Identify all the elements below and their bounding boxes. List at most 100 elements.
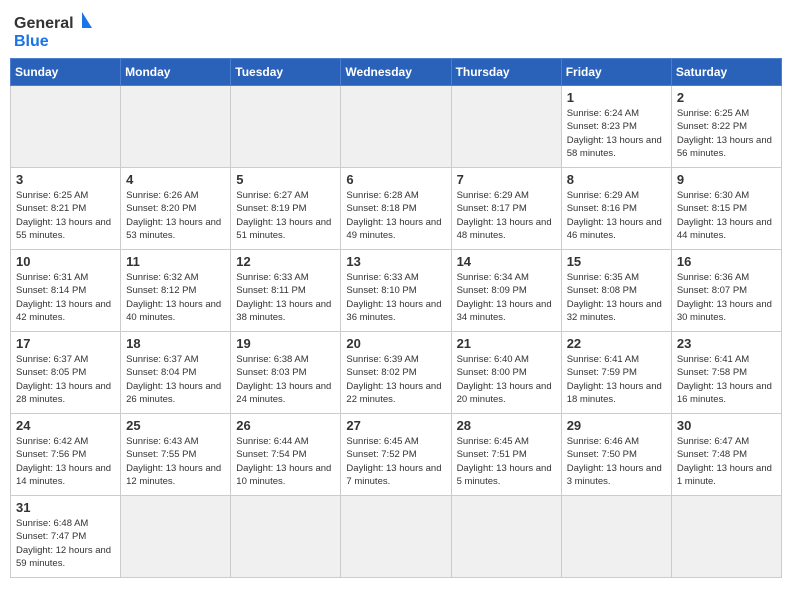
day-info: Sunrise: 6:43 AM Sunset: 7:55 PM Dayligh… <box>126 435 225 488</box>
calendar-cell: 11Sunrise: 6:32 AM Sunset: 8:12 PM Dayli… <box>121 250 231 332</box>
calendar-cell: 29Sunrise: 6:46 AM Sunset: 7:50 PM Dayli… <box>561 414 671 496</box>
day-number: 2 <box>677 90 776 105</box>
day-number: 30 <box>677 418 776 433</box>
calendar-cell: 30 Sunrise: 6:47 AM Sunset: 7:48 PM Dayli… <box>671 414 781 496</box>
day-info: Sunrise: 6:46 AM Sunset: 7:50 PM Dayligh… <box>567 435 666 488</box>
day-info: Sunrise: 6:47 AM Sunset: 7:48 PM Dayligh… <box>677 435 776 488</box>
day-info: Sunrise: 6:39 AM Sunset: 8:02 PM Dayligh… <box>346 353 445 406</box>
calendar-cell: 3 Sunrise: 6:25 AM Sunset: 8:21 PM Daylig… <box>11 168 121 250</box>
day-info: Sunrise: 6:26 AM Sunset: 8:20 PM Dayligh… <box>126 189 225 242</box>
day-number: 26 <box>236 418 335 433</box>
day-info: Sunrise: 6:36 AM Sunset: 8:07 PM Dayligh… <box>677 271 776 324</box>
calendar-cell <box>671 496 781 578</box>
calendar-cell <box>341 496 451 578</box>
calendar-week-row: 1 Sunrise: 6:24 AM Sunset: 8:23 PM Daylig… <box>11 86 782 168</box>
logo: GeneralBlue <box>14 10 94 50</box>
day-number: 25 <box>126 418 225 433</box>
day-number: 22 <box>567 336 666 351</box>
day-number: 16 <box>677 254 776 269</box>
day-info: Sunrise: 6:28 AM Sunset: 8:18 PM Dayligh… <box>346 189 445 242</box>
calendar-cell: 22 Sunrise: 6:41 AM Sunset: 7:59 PM Dayli… <box>561 332 671 414</box>
calendar-cell <box>451 496 561 578</box>
calendar-cell: 23 Sunrise: 6:41 AM Sunset: 7:58 PM Dayli… <box>671 332 781 414</box>
calendar-cell: 18 Sunrise: 6:37 AM Sunset: 8:04 PM Dayli… <box>121 332 231 414</box>
column-header-thursday: Thursday <box>451 59 561 86</box>
day-info: Sunrise: 6:41 AM Sunset: 7:59 PM Dayligh… <box>567 353 666 406</box>
day-number: 10 <box>16 254 115 269</box>
day-number: 19 <box>236 336 335 351</box>
page-header: GeneralBlue <box>10 10 782 50</box>
calendar-cell: 5Sunrise: 6:27 AM Sunset: 8:19 PM Daylig… <box>231 168 341 250</box>
calendar-cell <box>561 496 671 578</box>
logo-icon: GeneralBlue <box>14 10 94 50</box>
day-info: Sunrise: 6:37 AM Sunset: 8:04 PM Dayligh… <box>126 353 225 406</box>
calendar-cell: 13Sunrise: 6:33 AM Sunset: 8:10 PM Dayli… <box>341 250 451 332</box>
calendar-cell <box>11 86 121 168</box>
day-info: Sunrise: 6:24 AM Sunset: 8:23 PM Dayligh… <box>567 107 666 160</box>
day-info: Sunrise: 6:27 AM Sunset: 8:19 PM Dayligh… <box>236 189 335 242</box>
day-info: Sunrise: 6:31 AM Sunset: 8:14 PM Dayligh… <box>16 271 115 324</box>
day-info: Sunrise: 6:44 AM Sunset: 7:54 PM Dayligh… <box>236 435 335 488</box>
calendar-cell <box>231 86 341 168</box>
day-number: 23 <box>677 336 776 351</box>
column-header-sunday: Sunday <box>11 59 121 86</box>
day-number: 15 <box>567 254 666 269</box>
day-info: Sunrise: 6:25 AM Sunset: 8:22 PM Dayligh… <box>677 107 776 160</box>
column-header-monday: Monday <box>121 59 231 86</box>
column-header-wednesday: Wednesday <box>341 59 451 86</box>
day-number: 11 <box>126 254 225 269</box>
calendar-cell: 16 Sunrise: 6:36 AM Sunset: 8:07 PM Dayli… <box>671 250 781 332</box>
calendar-cell: 25 Sunrise: 6:43 AM Sunset: 7:55 PM Dayli… <box>121 414 231 496</box>
calendar-cell: 26 Sunrise: 6:44 AM Sunset: 7:54 PM Dayli… <box>231 414 341 496</box>
calendar-cell <box>121 86 231 168</box>
calendar-cell: 10 Sunrise: 6:31 AM Sunset: 8:14 PM Dayli… <box>11 250 121 332</box>
day-number: 28 <box>457 418 556 433</box>
day-info: Sunrise: 6:29 AM Sunset: 8:17 PM Dayligh… <box>457 189 556 242</box>
day-info: Sunrise: 6:33 AM Sunset: 8:10 PM Dayligh… <box>346 271 445 324</box>
calendar-cell: 12Sunrise: 6:33 AM Sunset: 8:11 PM Dayli… <box>231 250 341 332</box>
day-info: Sunrise: 6:33 AM Sunset: 8:11 PM Dayligh… <box>236 271 335 324</box>
calendar-table: SundayMondayTuesdayWednesdayThursdayFrid… <box>10 58 782 578</box>
svg-text:Blue: Blue <box>14 33 49 50</box>
day-number: 14 <box>457 254 556 269</box>
day-info: Sunrise: 6:35 AM Sunset: 8:08 PM Dayligh… <box>567 271 666 324</box>
calendar-week-row: 10 Sunrise: 6:31 AM Sunset: 8:14 PM Dayli… <box>11 250 782 332</box>
day-info: Sunrise: 6:25 AM Sunset: 8:21 PM Dayligh… <box>16 189 115 242</box>
calendar-cell <box>341 86 451 168</box>
day-number: 3 <box>16 172 115 187</box>
day-info: Sunrise: 6:41 AM Sunset: 7:58 PM Dayligh… <box>677 353 776 406</box>
day-info: Sunrise: 6:42 AM Sunset: 7:56 PM Dayligh… <box>16 435 115 488</box>
day-info: Sunrise: 6:37 AM Sunset: 8:05 PM Dayligh… <box>16 353 115 406</box>
day-number: 6 <box>346 172 445 187</box>
calendar-cell: 21 Sunrise: 6:40 AM Sunset: 8:00 PM Dayli… <box>451 332 561 414</box>
day-number: 18 <box>126 336 225 351</box>
day-number: 27 <box>346 418 445 433</box>
calendar-week-row: 31Sunrise: 6:48 AM Sunset: 7:47 PM Dayli… <box>11 496 782 578</box>
column-header-tuesday: Tuesday <box>231 59 341 86</box>
day-info: Sunrise: 6:40 AM Sunset: 8:00 PM Dayligh… <box>457 353 556 406</box>
day-number: 21 <box>457 336 556 351</box>
day-number: 4 <box>126 172 225 187</box>
column-header-saturday: Saturday <box>671 59 781 86</box>
calendar-week-row: 24Sunrise: 6:42 AM Sunset: 7:56 PM Dayli… <box>11 414 782 496</box>
calendar-cell <box>121 496 231 578</box>
calendar-cell: 4 Sunrise: 6:26 AM Sunset: 8:20 PM Daylig… <box>121 168 231 250</box>
calendar-cell <box>231 496 341 578</box>
calendar-cell: 6 Sunrise: 6:28 AM Sunset: 8:18 PM Daylig… <box>341 168 451 250</box>
calendar-cell: 19Sunrise: 6:38 AM Sunset: 8:03 PM Dayli… <box>231 332 341 414</box>
calendar-cell: 27 Sunrise: 6:45 AM Sunset: 7:52 PM Dayli… <box>341 414 451 496</box>
calendar-cell: 14Sunrise: 6:34 AM Sunset: 8:09 PM Dayli… <box>451 250 561 332</box>
day-number: 31 <box>16 500 115 515</box>
calendar-cell: 28 Sunrise: 6:45 AM Sunset: 7:51 PM Dayli… <box>451 414 561 496</box>
calendar-cell: 20Sunrise: 6:39 AM Sunset: 8:02 PM Dayli… <box>341 332 451 414</box>
day-number: 9 <box>677 172 776 187</box>
day-number: 1 <box>567 90 666 105</box>
calendar-cell: 31Sunrise: 6:48 AM Sunset: 7:47 PM Dayli… <box>11 496 121 578</box>
calendar-cell: 24Sunrise: 6:42 AM Sunset: 7:56 PM Dayli… <box>11 414 121 496</box>
day-info: Sunrise: 6:45 AM Sunset: 7:51 PM Dayligh… <box>457 435 556 488</box>
calendar-cell: 8Sunrise: 6:29 AM Sunset: 8:16 PM Daylig… <box>561 168 671 250</box>
calendar-cell: 2 Sunrise: 6:25 AM Sunset: 8:22 PM Daylig… <box>671 86 781 168</box>
day-info: Sunrise: 6:45 AM Sunset: 7:52 PM Dayligh… <box>346 435 445 488</box>
calendar-cell <box>451 86 561 168</box>
calendar-header-row: SundayMondayTuesdayWednesdayThursdayFrid… <box>11 59 782 86</box>
